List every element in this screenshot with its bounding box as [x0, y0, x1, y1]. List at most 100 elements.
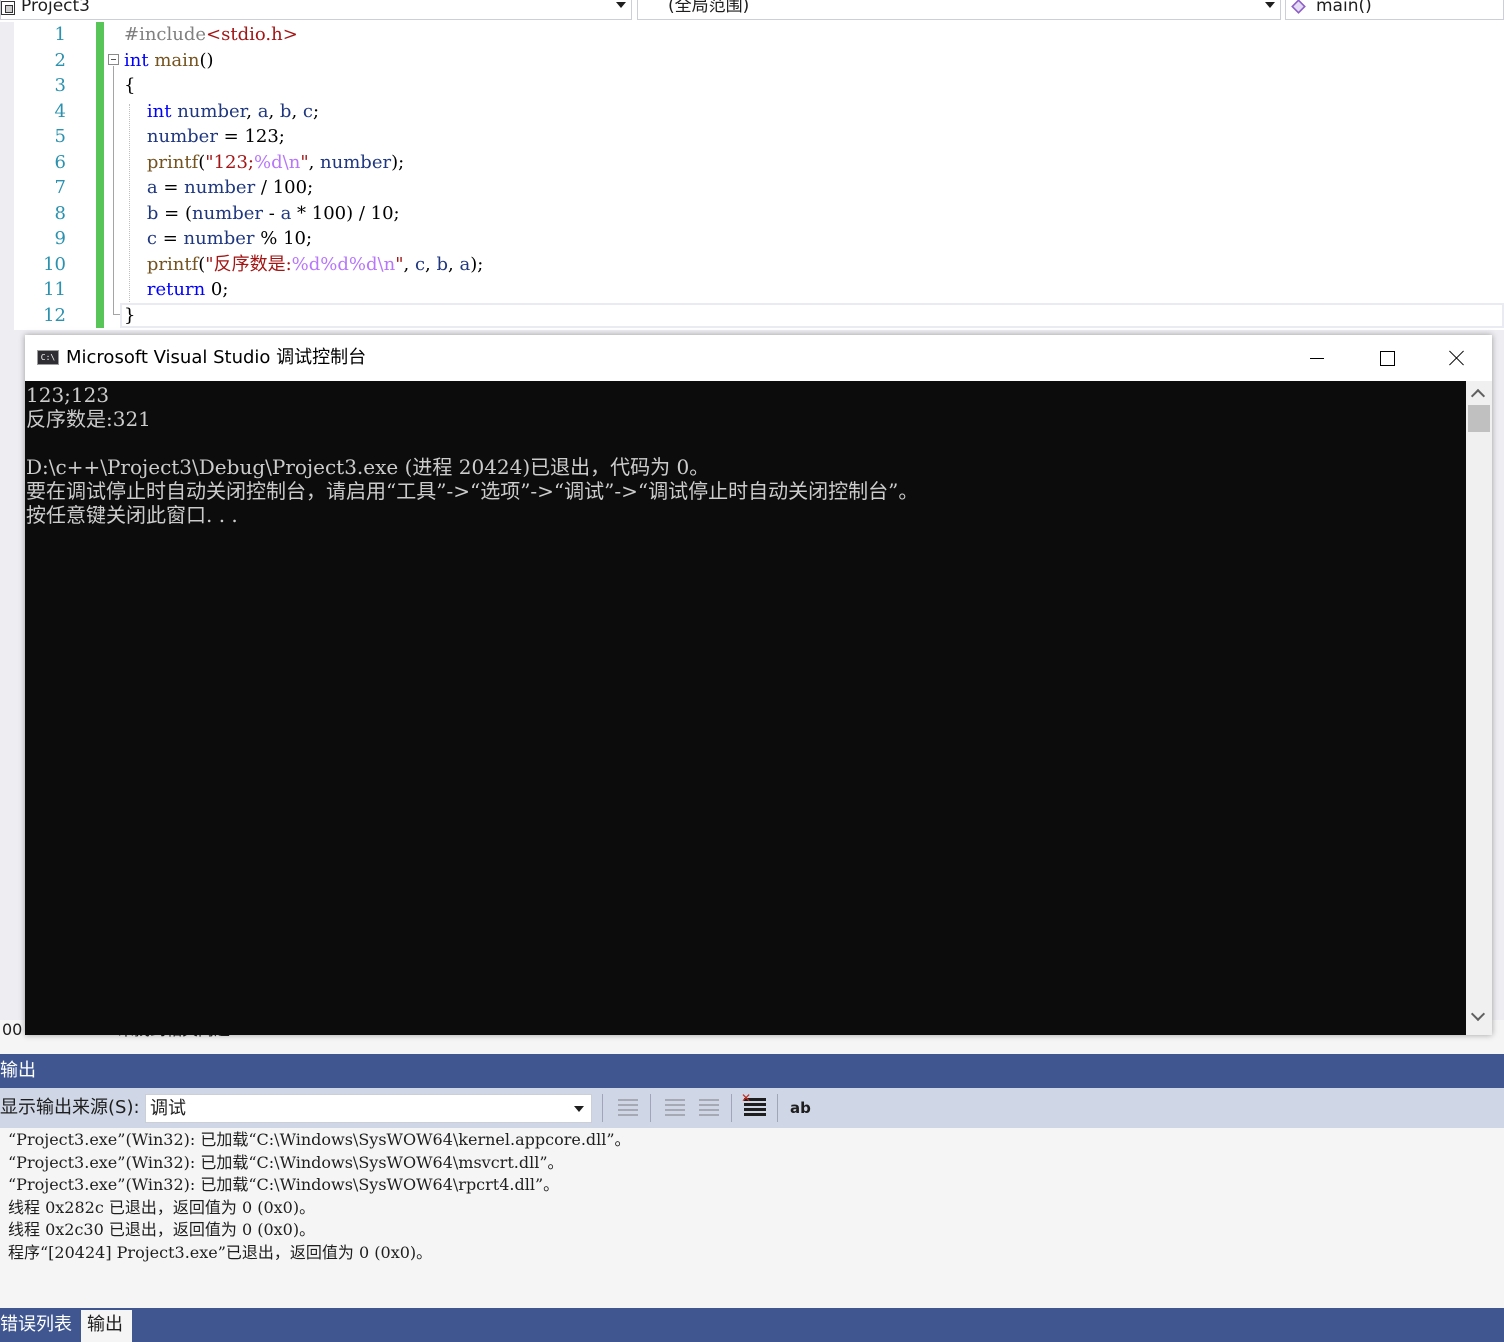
fold-guide: [113, 66, 114, 314]
scroll-up-icon[interactable]: [1472, 389, 1484, 397]
console-line: 要在调试停止时自动关闭控制台，请启用“工具”->“选项”->“调试”->“调试停…: [26, 479, 919, 503]
scope-dropdown-value: (全局范围): [668, 0, 750, 16]
output-line: “Project3.exe”(Win32): 已加载“C:\Windows\Sy…: [8, 1175, 560, 1194]
expression: * 100) / 10;: [291, 202, 400, 224]
identifier: number: [124, 126, 218, 147]
tab-output[interactable]: 输出: [81, 1310, 132, 1342]
function-icon: [1291, 0, 1306, 14]
scroll-down-icon[interactable]: [1472, 1015, 1484, 1023]
identifier: a: [257, 100, 269, 122]
console-title-bar[interactable]: C:\ Microsoft Visual Studio 调试控制台: [25, 335, 1492, 381]
output-text-area[interactable]: “Project3.exe”(Win32): 已加载“C:\Windows\Sy…: [8, 1129, 1498, 1299]
collapse-icon[interactable]: [108, 54, 119, 65]
close-button[interactable]: [1422, 335, 1492, 381]
punctuation: ,: [246, 100, 258, 122]
code-line-3: {: [124, 73, 483, 99]
code-line-9: c = number % 10;: [124, 226, 483, 252]
expression: / 100;: [255, 177, 314, 198]
keyword: int: [124, 49, 149, 71]
word-wrap-icon[interactable]: ab: [790, 1096, 814, 1120]
scope-dropdown[interactable]: (全局范围): [637, 0, 1281, 20]
function-name: printf: [124, 151, 199, 173]
identifier: number: [183, 228, 255, 249]
console-app-icon: C:\: [37, 350, 59, 365]
line-number: 10: [43, 253, 66, 275]
identifier: b: [436, 253, 449, 275]
output-source-dropdown[interactable]: 调试: [145, 1094, 592, 1123]
escape-sequence: \n: [282, 151, 301, 173]
console-scrollbar[interactable]: [1466, 381, 1492, 1035]
identifier: number: [320, 151, 392, 173]
identifier: c: [124, 228, 157, 249]
console-line: D:\c++\Project3\Debug\Project3.exe (进程 2…: [26, 455, 710, 479]
keyword: return: [124, 279, 206, 300]
punctuation: ;: [312, 100, 320, 122]
punctuation: );: [470, 253, 484, 275]
debug-console-window[interactable]: C:\ Microsoft Visual Studio 调试控制台 123;12…: [25, 335, 1492, 1035]
operator: = (: [158, 202, 192, 224]
chevron-down-icon: [574, 1106, 584, 1112]
code-line-7: a = number / 100;: [124, 175, 483, 201]
code-text[interactable]: #include<stdio.h> int main() { int numbe…: [124, 22, 483, 328]
function-name: main: [148, 49, 200, 71]
punctuation: ,: [268, 100, 280, 122]
minimize-button[interactable]: [1282, 335, 1352, 381]
punctuation: (): [199, 49, 214, 71]
code-line-6: printf("123;%d\n", number);: [124, 150, 483, 176]
console-line: 按任意键关闭此窗口. . .: [26, 503, 238, 527]
tab-error-list[interactable]: 错误列表: [0, 1310, 78, 1342]
punctuation: );: [391, 151, 405, 173]
operator: =: [157, 177, 185, 198]
line-number: 11: [43, 279, 66, 300]
project-icon: [1, 1, 15, 15]
expression: % 10;: [254, 228, 313, 249]
line-number: 12: [43, 304, 66, 326]
clear-all-icon[interactable]: [741, 1092, 767, 1120]
keyword: int: [124, 100, 172, 122]
identifier: number: [191, 202, 264, 224]
previous-message-icon[interactable]: [663, 1096, 687, 1120]
find-message-in-code-icon[interactable]: [616, 1096, 640, 1120]
output-panel-title: 输出: [0, 1060, 36, 1081]
project-dropdown[interactable]: Project3: [0, 0, 632, 20]
format-specifier: %d%d%d: [291, 253, 378, 275]
include-header: <stdio.h>: [206, 24, 298, 45]
zoom-level[interactable]: 00: [2, 1020, 22, 1040]
output-panel-header[interactable]: 输出: [0, 1054, 1504, 1088]
console-output[interactable]: 123;123 反序数是:321 D:\c++\Project3\Debug\P…: [25, 381, 1466, 1035]
maximize-button[interactable]: [1352, 335, 1422, 381]
code-line-8: b = (number - a * 100) / 10;: [124, 201, 483, 227]
change-tracking-bar: [96, 22, 104, 328]
identifier: c: [414, 253, 426, 275]
output-line: 程序“[20424] Project3.exe”已退出，返回值为 0 (0x0)…: [8, 1242, 433, 1262]
code-editor[interactable]: 1 2 3 4 5 6 7 8 9 10 11 12 #include<stdi…: [0, 22, 1504, 330]
next-message-icon[interactable]: [697, 1096, 721, 1120]
output-line: “Project3.exe”(Win32): 已加载“C:\Windows\Sy…: [8, 1152, 564, 1172]
output-line: 线程 0x282c 已退出，返回值为 0 (0x0)。: [8, 1197, 316, 1217]
operator: -: [263, 202, 281, 224]
scrollbar-thumb[interactable]: [1468, 405, 1490, 432]
project-dropdown-value: Project3: [21, 0, 90, 16]
output-source-value: 调试: [150, 1098, 186, 1119]
toolbar-separator: [777, 1094, 778, 1122]
line-number: 1: [54, 24, 66, 45]
output-source-label: 显示输出来源(S):: [0, 1097, 140, 1118]
escape-sequence: \n: [377, 253, 396, 275]
identifier: a: [124, 177, 158, 198]
output-toolbar: 显示输出来源(S): 调试 ab: [0, 1088, 1504, 1128]
line-number-gutter: 1 2 3 4 5 6 7 8 9 10 11 12: [14, 22, 74, 328]
punctuation: ,: [425, 253, 437, 275]
code-line-5: number = 123;: [124, 124, 483, 150]
console-line: 123;123: [26, 383, 110, 407]
code-line-1: #include<stdio.h>: [124, 22, 483, 48]
expression: = 123;: [217, 126, 285, 147]
punctuation: ,: [291, 100, 303, 122]
function-dropdown[interactable]: main(): [1285, 0, 1504, 20]
identifier: c: [302, 100, 313, 122]
line-number: 8: [54, 202, 66, 224]
format-specifier: %d: [254, 151, 283, 173]
function-dropdown-value: main(): [1316, 0, 1372, 16]
line-number: 7: [54, 177, 66, 198]
brace: }: [124, 304, 136, 326]
